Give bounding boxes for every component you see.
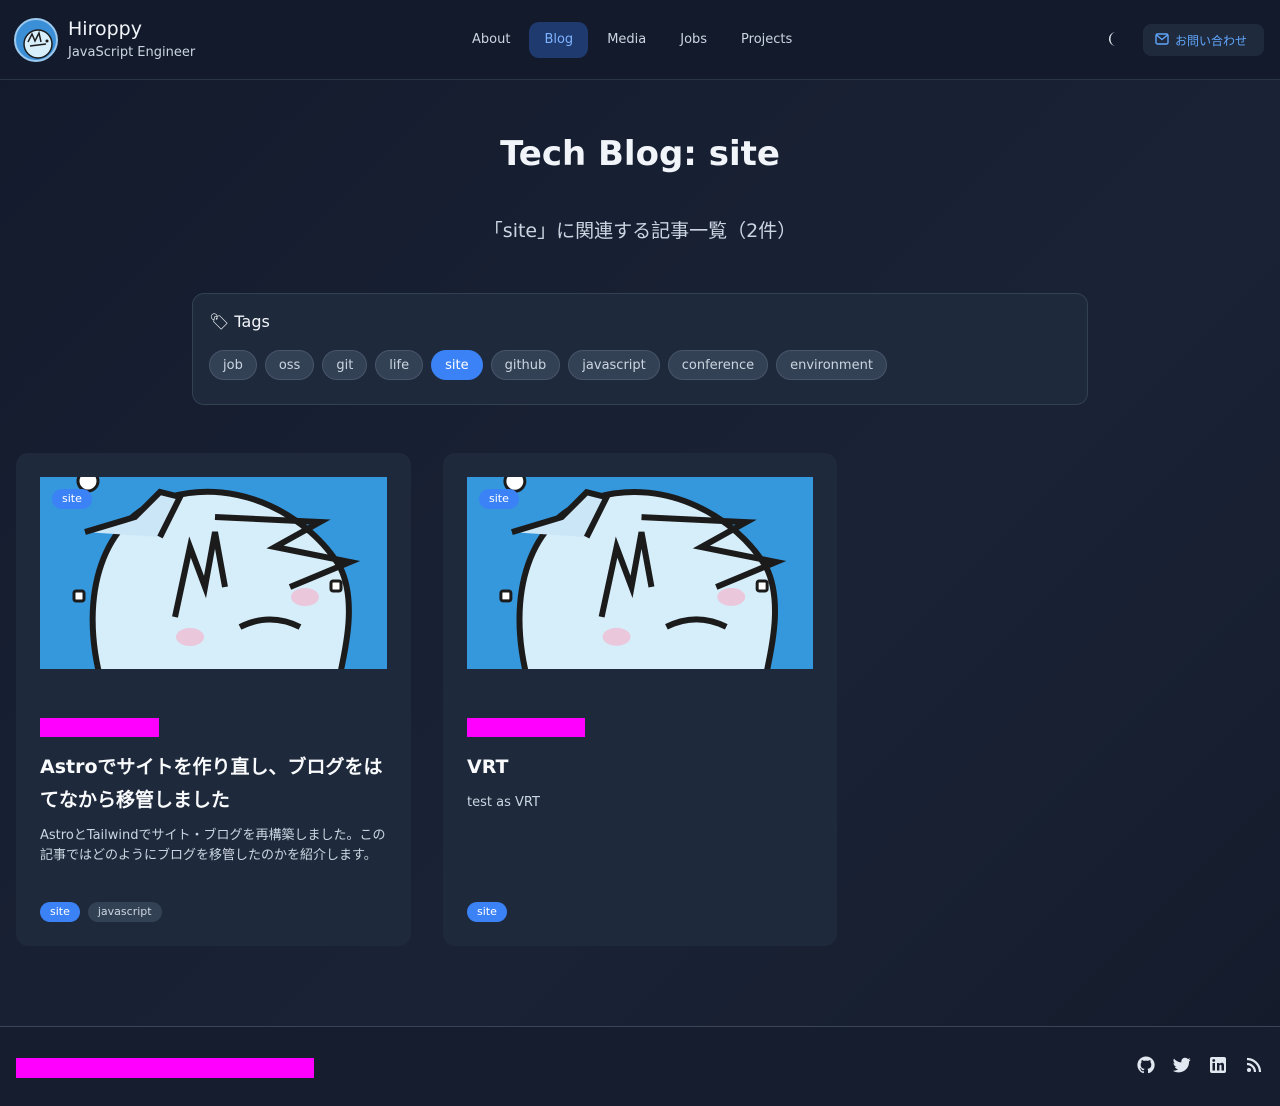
article-thumbnail[interactable]: site — [467, 477, 813, 669]
article-tag-site[interactable]: site — [40, 902, 80, 922]
article-description: test as VRT — [467, 795, 540, 810]
tag-job[interactable]: job — [209, 350, 257, 380]
page-title: Tech Blog: site — [500, 134, 780, 174]
article-tags: site — [467, 902, 507, 922]
moon-icon[interactable] — [1104, 29, 1124, 49]
article-badge: site — [479, 489, 519, 509]
article-badge: site — [52, 489, 92, 509]
article-tags: site javascript — [40, 902, 162, 922]
tag-oss[interactable]: oss — [264, 350, 315, 380]
site-footer — [0, 1026, 1280, 1106]
contact-button[interactable]: お問い合わせ — [1143, 24, 1264, 56]
article-tag-javascript[interactable]: javascript — [87, 902, 162, 922]
tag-git[interactable]: git — [322, 350, 368, 380]
tags-heading: 🏷 Tags — [209, 312, 270, 331]
avatar-logo[interactable] — [14, 18, 58, 62]
site-header: Hiroppy JavaScript Engineer About Blog M… — [0, 0, 1280, 80]
nav-about[interactable]: About — [457, 22, 525, 58]
tag-environment[interactable]: environment — [776, 350, 887, 380]
nav-projects[interactable]: Projects — [726, 22, 807, 58]
article-title[interactable]: Astroでサイトを作り直し、ブログをはてなから移管しました — [40, 751, 388, 817]
contact-label: お問い合わせ — [1175, 33, 1248, 48]
tag-javascript[interactable]: javascript — [568, 350, 660, 380]
redacted-date — [40, 718, 159, 737]
nav-media[interactable]: Media — [592, 22, 661, 58]
rss-icon[interactable] — [1244, 1055, 1264, 1075]
redacted-date — [467, 718, 585, 737]
brand-name[interactable]: Hiroppy — [68, 18, 142, 40]
nav-blog[interactable]: Blog — [529, 22, 589, 58]
tag-conference[interactable]: conference — [667, 350, 769, 380]
twitter-icon[interactable] — [1172, 1055, 1192, 1075]
brand-subtitle: JavaScript Engineer — [68, 45, 196, 60]
article-card[interactable]: site Astroでサイトを作り直し、ブログをはてなから移管しました Astr… — [16, 453, 411, 946]
linkedin-icon[interactable] — [1208, 1055, 1228, 1075]
tag-site[interactable]: site — [431, 350, 483, 380]
github-icon[interactable] — [1136, 1055, 1156, 1075]
article-thumbnail[interactable]: site — [40, 477, 387, 669]
redacted-copyright — [16, 1058, 314, 1078]
mail-icon — [1155, 32, 1169, 48]
article-card[interactable]: site VRT test as VRT site — [443, 453, 837, 946]
article-title[interactable]: VRT — [467, 751, 815, 784]
main-nav: About Blog Media Jobs Projects — [457, 22, 807, 58]
page-subtitle: 「site」に関連する記事一覧（2件） — [483, 220, 797, 242]
tag-life[interactable]: life — [375, 350, 424, 380]
tag-list: job oss git life site github javascript … — [209, 350, 887, 380]
tags-panel: 🏷 Tags job oss git life site github java… — [192, 293, 1088, 405]
nav-jobs[interactable]: Jobs — [665, 22, 722, 58]
article-description: AstroとTailwindでサイト・ブログを再構築しました。この記事ではどのよ… — [40, 828, 386, 863]
article-tag-site[interactable]: site — [467, 902, 507, 922]
tag-github[interactable]: github — [490, 350, 561, 380]
